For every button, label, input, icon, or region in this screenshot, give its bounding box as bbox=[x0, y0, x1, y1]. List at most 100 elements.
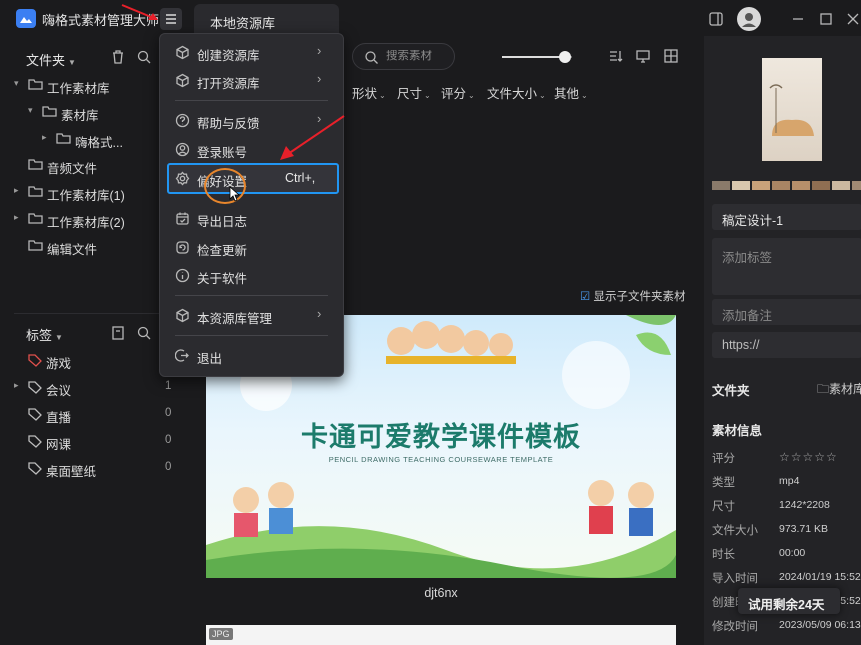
tab-local-library[interactable]: 本地资源库 bbox=[194, 4, 339, 36]
filter-shape[interactable]: 形状 ⌄ bbox=[352, 83, 386, 102]
folder-open-icon bbox=[28, 79, 43, 90]
menu-item-open-library[interactable]: 打开资源库 › bbox=[175, 70, 335, 91]
folder-search-button[interactable] bbox=[136, 49, 152, 65]
tag-count: 1 bbox=[165, 380, 172, 392]
tree-item-work-library-1[interactable]: ▸ 工作素材库(1) bbox=[14, 181, 164, 203]
close-button[interactable] bbox=[843, 9, 861, 29]
tag-icon bbox=[28, 381, 42, 394]
collapse-caret-icon[interactable]: ▾ bbox=[28, 105, 33, 116]
expand-caret-icon[interactable]: ▸ bbox=[14, 212, 19, 223]
tree-item-work-library[interactable]: ▾ 工作素材库 bbox=[14, 74, 164, 96]
palette-swatch[interactable] bbox=[752, 181, 770, 190]
filter-file-size[interactable]: 文件大小 ⌄ bbox=[487, 83, 546, 102]
url-placeholder: https:// bbox=[722, 338, 760, 352]
palette-swatch[interactable] bbox=[712, 181, 730, 190]
tag-item-online-class[interactable]: 网课 0 bbox=[14, 430, 184, 452]
cube-icon bbox=[176, 73, 189, 88]
expand-caret-icon[interactable]: ▸ bbox=[14, 185, 19, 196]
trash-icon bbox=[113, 50, 123, 64]
tag-label: 游戏 bbox=[46, 357, 72, 371]
chevron-down-icon: ⌄ bbox=[424, 91, 431, 100]
app-logo-icon bbox=[16, 9, 36, 28]
maximize-button[interactable] bbox=[816, 9, 836, 29]
expand-caret-icon[interactable]: ▸ bbox=[42, 132, 47, 143]
search-box[interactable] bbox=[352, 43, 455, 70]
toggle-panel-button[interactable] bbox=[706, 9, 726, 29]
expand-caret-icon[interactable]: ▸ bbox=[14, 380, 19, 391]
filter-label: 尺寸 bbox=[397, 87, 423, 101]
user-icon bbox=[175, 142, 190, 157]
trash-button[interactable] bbox=[110, 49, 126, 65]
cube-icon bbox=[176, 308, 189, 323]
main-menu-button[interactable] bbox=[160, 8, 182, 30]
tree-item-edit-files[interactable]: 编辑文件 bbox=[14, 235, 164, 257]
search-input[interactable] bbox=[386, 50, 451, 62]
layout-button[interactable] bbox=[663, 48, 679, 64]
note-field[interactable]: 添加备注 bbox=[712, 299, 861, 325]
show-subfolder-toggle[interactable]: ☑ 显示子文件夹素材 bbox=[580, 288, 686, 304]
tree-item-work-library-2[interactable]: ▸ 工作素材库(2) bbox=[14, 208, 164, 230]
minimize-button[interactable] bbox=[788, 9, 808, 29]
menu-item-label: 登录账号 bbox=[197, 146, 248, 160]
sort-button[interactable] bbox=[608, 48, 624, 64]
menu-item-create-library[interactable]: 创建资源库 › bbox=[175, 42, 335, 63]
tags-header-label: 标签 bbox=[26, 328, 53, 343]
palette-swatch[interactable] bbox=[832, 181, 850, 190]
tag-icon bbox=[28, 354, 42, 367]
info-key-file-size: 文件大小 bbox=[712, 525, 758, 537]
filter-other[interactable]: 其他 ⌄ bbox=[554, 83, 588, 102]
tag-item-meeting[interactable]: ▸ 会议 1 bbox=[14, 376, 184, 398]
tags-header[interactable]: 标签 ▼ bbox=[26, 325, 63, 344]
folder-open-icon bbox=[42, 106, 57, 117]
menu-item-preferences[interactable]: 偏好设置 Ctrl+, bbox=[175, 168, 335, 189]
tag-item-live[interactable]: 直播 0 bbox=[14, 403, 184, 425]
folder-icon bbox=[28, 213, 43, 224]
thumbnail-size-slider-handle[interactable] bbox=[559, 51, 571, 63]
tree-item-audio[interactable]: 音频文件 bbox=[14, 154, 164, 176]
asset-name[interactable]: djt6nx bbox=[206, 586, 676, 600]
tree-item-label: 工作素材库(2) bbox=[47, 216, 125, 230]
filter-size[interactable]: 尺寸 ⌄ bbox=[397, 83, 431, 102]
folder-value[interactable]: 🗀素材库 bbox=[817, 380, 861, 401]
trial-remaining-badge[interactable]: 试用剩余24天 bbox=[738, 588, 840, 614]
tag-manage-button[interactable] bbox=[110, 325, 126, 341]
palette-swatch[interactable] bbox=[732, 181, 750, 190]
menu-divider bbox=[175, 335, 328, 336]
tag-search-button[interactable] bbox=[136, 325, 152, 341]
annotation-arrow-icon bbox=[280, 115, 345, 160]
tree-item-higeshi[interactable]: ▸ 嗨格式... bbox=[14, 128, 164, 150]
checkbox-checked-icon: ☑ bbox=[580, 291, 591, 303]
palette-swatch[interactable] bbox=[812, 181, 830, 190]
palette-swatch[interactable] bbox=[852, 181, 861, 190]
thumbnail-title: 卡通可爱教学课件模板 bbox=[301, 422, 581, 453]
menu-item-library-management[interactable]: 本资源库管理 › bbox=[175, 305, 335, 326]
info-header: 素材信息 bbox=[712, 424, 763, 438]
menu-item-label: 关于软件 bbox=[197, 272, 248, 286]
info-value-type: mp4 bbox=[779, 475, 800, 487]
menu-item-check-update[interactable]: 检查更新 bbox=[175, 237, 335, 258]
asset-name-field[interactable]: 稿定设计-1 bbox=[712, 204, 861, 230]
rating-stars[interactable]: ☆☆☆☆☆ bbox=[779, 450, 838, 464]
menu-item-export-log[interactable]: 导出日志 bbox=[175, 208, 335, 229]
annotation-arrow-icon bbox=[121, 4, 158, 20]
folders-header[interactable]: 文件夹 ▼ bbox=[26, 50, 76, 69]
avatar[interactable] bbox=[737, 7, 761, 31]
tree-item-material-library[interactable]: ▾ 素材库 bbox=[14, 101, 164, 123]
info-icon bbox=[175, 268, 190, 283]
menu-item-about[interactable]: 关于软件 bbox=[175, 265, 335, 286]
view-mode-button[interactable] bbox=[635, 48, 651, 64]
chevron-right-icon: › bbox=[317, 43, 322, 58]
tag-count: 0 bbox=[165, 461, 172, 473]
sort-icon bbox=[610, 51, 623, 62]
tag-icon bbox=[28, 435, 42, 448]
menu-item-exit[interactable]: 退出 bbox=[175, 345, 335, 366]
filter-rating[interactable]: 评分 ⌄ bbox=[441, 83, 475, 102]
url-field[interactable]: https:// bbox=[712, 332, 861, 358]
tag-item-wallpaper[interactable]: 桌面壁纸 0 bbox=[14, 457, 184, 479]
asset-thumbnail-next[interactable] bbox=[206, 625, 676, 645]
tags-placeholder: 添加标签 bbox=[722, 251, 773, 265]
palette-swatch[interactable] bbox=[792, 181, 810, 190]
collapse-caret-icon[interactable]: ▾ bbox=[14, 78, 19, 89]
palette-swatch[interactable] bbox=[772, 181, 790, 190]
tags-field[interactable]: 添加标签 bbox=[712, 238, 861, 295]
